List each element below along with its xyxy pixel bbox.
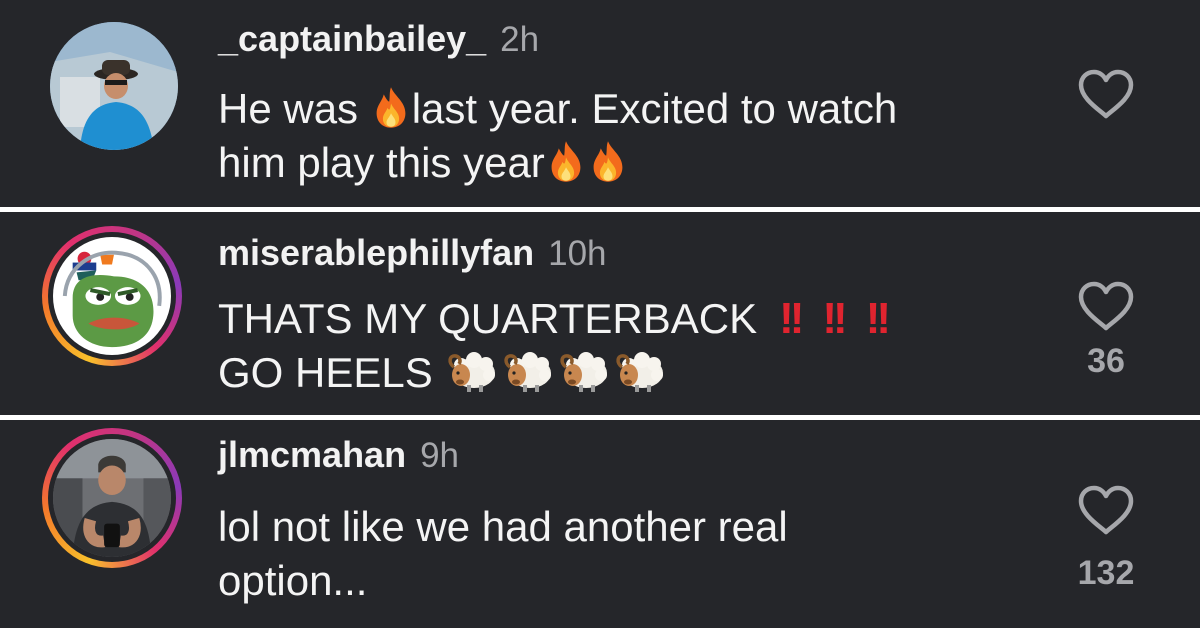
comment-text-part: THATS MY QUARTERBACK [218, 295, 758, 342]
avatar[interactable] [50, 22, 178, 150]
comment-text: He was last year. Excited to watch him p… [218, 82, 1038, 190]
avatar[interactable] [42, 226, 182, 366]
comment-username[interactable]: jlmcmahan [218, 434, 406, 476]
like-count: 132 [1077, 554, 1135, 592]
ram-emoji [447, 349, 497, 393]
avatar-image [53, 237, 171, 355]
comment-text-part: lol not like we had another real [218, 503, 788, 550]
comment-text-part: He was [218, 85, 370, 132]
comments-feed: _captainbailey_ 2h He was last year. Exc… [0, 0, 1200, 628]
ram-emoji [503, 349, 553, 393]
like-heart-icon[interactable] [1076, 484, 1136, 536]
double-exclamation-emoji: !! [865, 294, 891, 343]
comment-timestamp: 10h [548, 234, 607, 273]
comment-text: THATS MY QUARTERBACK!!!!!! GO HEELS [218, 292, 1038, 400]
double-exclamation-emoji: !! [779, 294, 804, 343]
avatar-ring [48, 434, 176, 562]
fire-emoji [548, 139, 584, 183]
comment-username[interactable]: _captainbailey_ [218, 18, 486, 60]
like-heart-icon[interactable] [1076, 68, 1136, 120]
comment-text: lol not like we had another real option.… [218, 500, 1038, 608]
ram-emoji [559, 349, 609, 393]
ram-emoji [615, 349, 665, 393]
comment-timestamp: 9h [420, 436, 460, 475]
comment-item: miserablephillyfan 10h THATS MY QUARTERB… [0, 212, 1200, 415]
avatar[interactable] [42, 428, 182, 568]
comment-text-part: last year. Excited to watch [411, 85, 898, 132]
fire-emoji [590, 139, 626, 183]
avatar-ring [48, 232, 176, 360]
double-exclamation-emoji: !! [822, 294, 847, 343]
comment-text-part: option... [218, 557, 368, 604]
like-heart-icon[interactable] [1076, 280, 1136, 332]
fire-emoji [373, 85, 409, 129]
comment-text-part: him play this year [218, 139, 545, 186]
comment-username[interactable]: miserablephillyfan [218, 232, 534, 274]
avatar-image [50, 22, 178, 150]
comment-item: jlmcmahan 9h lol not like we had another… [0, 420, 1200, 628]
comment-item: _captainbailey_ 2h He was last year. Exc… [0, 0, 1200, 207]
like-count: 36 [1087, 342, 1125, 380]
avatar-image [53, 439, 171, 557]
comment-text-part: GO HEELS [218, 349, 433, 396]
comment-timestamp: 2h [500, 20, 540, 59]
